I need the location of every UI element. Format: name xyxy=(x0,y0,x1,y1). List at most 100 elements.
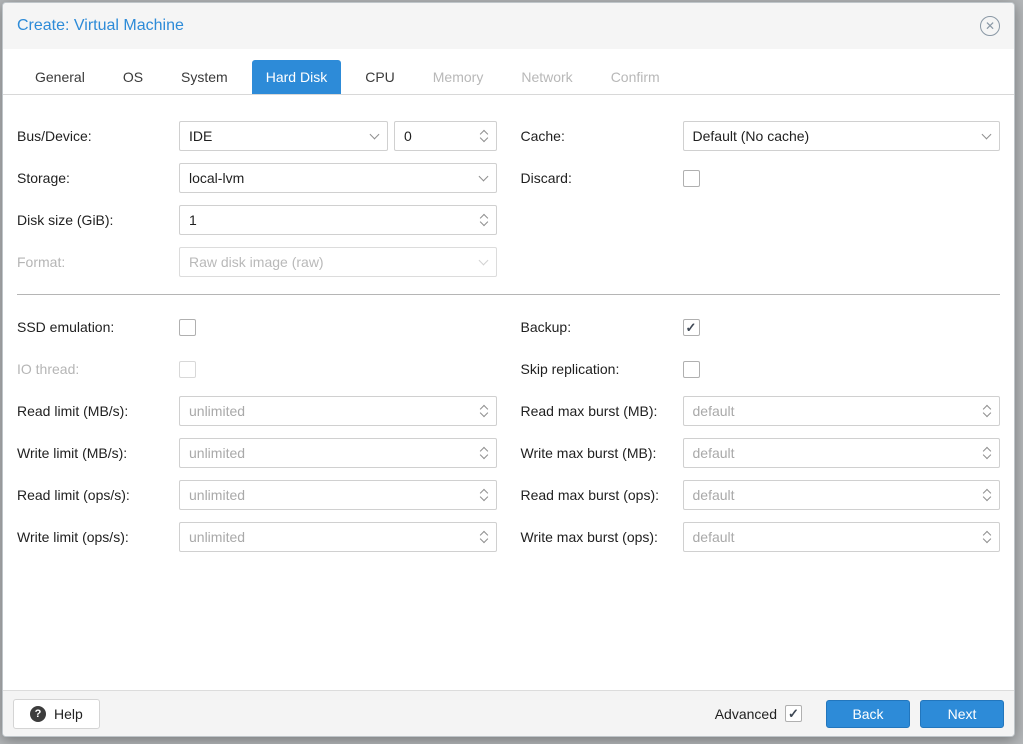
ssd-emulation-label: SSD emulation: xyxy=(17,319,115,335)
write-limit-ops-label: Write limit (ops/s): xyxy=(17,529,129,545)
write-burst-ops-spinner[interactable] xyxy=(682,522,1000,552)
tab-confirm: Confirm xyxy=(610,69,660,85)
storage-combobox[interactable]: local-lvm xyxy=(179,163,497,193)
chevron-down-icon[interactable] xyxy=(981,129,992,140)
backup-label: Backup: xyxy=(520,319,572,335)
hard-disk-form: Bus/Device: IDE Storage: xyxy=(3,95,1014,690)
storage-value: local-lvm xyxy=(189,170,245,186)
write-burst-ops-input[interactable] xyxy=(692,529,984,545)
format-value: Raw disk image (raw) xyxy=(189,254,324,270)
read-limit-mb-input[interactable] xyxy=(189,403,481,419)
read-limit-mb-spinner[interactable] xyxy=(179,396,497,426)
skip-replication-label: Skip replication: xyxy=(520,361,620,377)
io-thread-checkbox xyxy=(179,360,196,378)
spinner-arrows-icon[interactable] xyxy=(479,213,488,227)
spinner-arrows-icon[interactable] xyxy=(479,129,488,143)
read-burst-mb-label: Read max burst (MB): xyxy=(520,403,658,419)
ssd-emulation-row: SSD emulation: xyxy=(17,312,497,342)
ssd-emulation-checkbox[interactable] xyxy=(179,318,196,336)
read-limit-ops-row: Read limit (ops/s): xyxy=(17,480,497,510)
cache-value: Default (No cache) xyxy=(692,128,810,144)
spinner-arrows-icon[interactable] xyxy=(982,488,992,502)
read-burst-mb-input[interactable] xyxy=(692,403,984,419)
io-thread-row: IO thread: xyxy=(17,354,497,384)
write-burst-mb-row: Write max burst (MB): xyxy=(520,438,1000,468)
back-button[interactable]: Back xyxy=(826,699,910,728)
top-section: Bus/Device: IDE Storage: xyxy=(17,121,1000,277)
tab-os[interactable]: OS xyxy=(109,60,157,94)
discard-row: Discard: xyxy=(521,163,1001,193)
dialog-footer: Help Advanced Back Next xyxy=(3,690,1014,736)
spinner-arrows-icon[interactable] xyxy=(479,446,488,460)
spinner-arrows-icon[interactable] xyxy=(982,404,992,418)
discard-label: Discard: xyxy=(520,170,572,186)
advanced-checkbox[interactable] xyxy=(785,705,802,722)
read-limit-mb-row: Read limit (MB/s): xyxy=(17,396,497,426)
disk-size-input[interactable] xyxy=(189,212,481,228)
bus-device-row: Bus/Device: IDE xyxy=(17,121,497,151)
read-limit-mb-label: Read limit (MB/s): xyxy=(17,403,129,419)
format-combobox: Raw disk image (raw) xyxy=(179,247,497,277)
write-burst-mb-label: Write max burst (MB): xyxy=(520,445,657,461)
read-burst-ops-row: Read max burst (ops): xyxy=(520,480,1000,510)
spinner-arrows-icon[interactable] xyxy=(479,404,488,418)
read-limit-ops-input[interactable] xyxy=(189,487,481,503)
read-limit-ops-label: Read limit (ops/s): xyxy=(17,487,130,503)
advanced-divider xyxy=(17,294,1000,295)
spinner-arrows-icon[interactable] xyxy=(982,446,992,460)
write-burst-ops-label: Write max burst (ops): xyxy=(520,529,658,545)
tab-hard-disk[interactable]: Hard Disk xyxy=(251,60,342,94)
skip-replication-row: Skip replication: xyxy=(521,354,1001,384)
write-limit-mb-label: Write limit (MB/s): xyxy=(17,445,128,461)
write-limit-mb-input[interactable] xyxy=(189,445,481,461)
read-burst-mb-spinner[interactable] xyxy=(682,396,1000,426)
read-limit-ops-spinner[interactable] xyxy=(179,480,497,510)
disk-size-label: Disk size (GiB): xyxy=(17,212,114,228)
discard-checkbox[interactable] xyxy=(682,169,700,187)
spinner-arrows-icon[interactable] xyxy=(982,530,992,544)
cache-combobox[interactable]: Default (No cache) xyxy=(682,121,1000,151)
read-burst-ops-input[interactable] xyxy=(692,487,984,503)
bus-number-spinner[interactable] xyxy=(394,121,497,151)
bus-device-combobox[interactable]: IDE xyxy=(179,121,388,151)
close-icon[interactable] xyxy=(980,16,1000,36)
backup-row: Backup: xyxy=(521,312,1001,342)
write-limit-ops-row: Write limit (ops/s): xyxy=(17,522,497,552)
bus-number-input[interactable] xyxy=(404,128,481,144)
tab-memory: Memory xyxy=(432,69,484,85)
write-limit-mb-spinner[interactable] xyxy=(179,438,497,468)
tab-network: Network xyxy=(521,69,573,85)
wizard-tabbar: General OS System Hard Disk CPU Memory N… xyxy=(3,49,1014,95)
format-label: Format: xyxy=(17,254,66,270)
write-burst-mb-input[interactable] xyxy=(692,445,984,461)
format-row: Format: Raw disk image (raw) xyxy=(17,247,497,277)
advanced-section: SSD emulation: IO thread: Read limit (MB… xyxy=(17,312,1000,552)
cache-row: Cache: Default (No cache) xyxy=(520,121,1000,151)
skip-replication-checkbox[interactable] xyxy=(682,360,700,378)
disk-size-spinner[interactable] xyxy=(179,205,497,235)
chevron-down-icon[interactable] xyxy=(369,129,380,140)
tab-general[interactable]: General xyxy=(21,60,99,94)
dialog-header: Create: Virtual Machine xyxy=(3,3,1014,49)
chevron-down-icon[interactable] xyxy=(478,171,488,182)
bus-device-value: IDE xyxy=(189,128,213,144)
backup-checkbox[interactable] xyxy=(682,318,700,336)
chevron-down-icon xyxy=(478,255,488,266)
storage-row: Storage: local-lvm xyxy=(17,163,497,193)
cache-label: Cache: xyxy=(520,128,565,144)
write-limit-mb-row: Write limit (MB/s): xyxy=(17,438,497,468)
write-limit-ops-input[interactable] xyxy=(189,529,481,545)
tab-cpu[interactable]: CPU xyxy=(351,60,409,94)
write-limit-ops-spinner[interactable] xyxy=(179,522,497,552)
read-burst-ops-spinner[interactable] xyxy=(682,480,1000,510)
write-burst-mb-spinner[interactable] xyxy=(682,438,1000,468)
advanced-label: Advanced xyxy=(714,705,777,722)
spinner-arrows-icon[interactable] xyxy=(479,488,488,502)
tab-system[interactable]: System xyxy=(167,60,242,94)
read-burst-mb-row: Read max burst (MB): xyxy=(520,396,1000,426)
next-button[interactable]: Next xyxy=(920,699,1004,728)
help-icon xyxy=(30,705,46,722)
read-burst-ops-label: Read max burst (ops): xyxy=(520,487,660,503)
help-button[interactable]: Help xyxy=(13,698,100,729)
spinner-arrows-icon[interactable] xyxy=(479,530,488,544)
